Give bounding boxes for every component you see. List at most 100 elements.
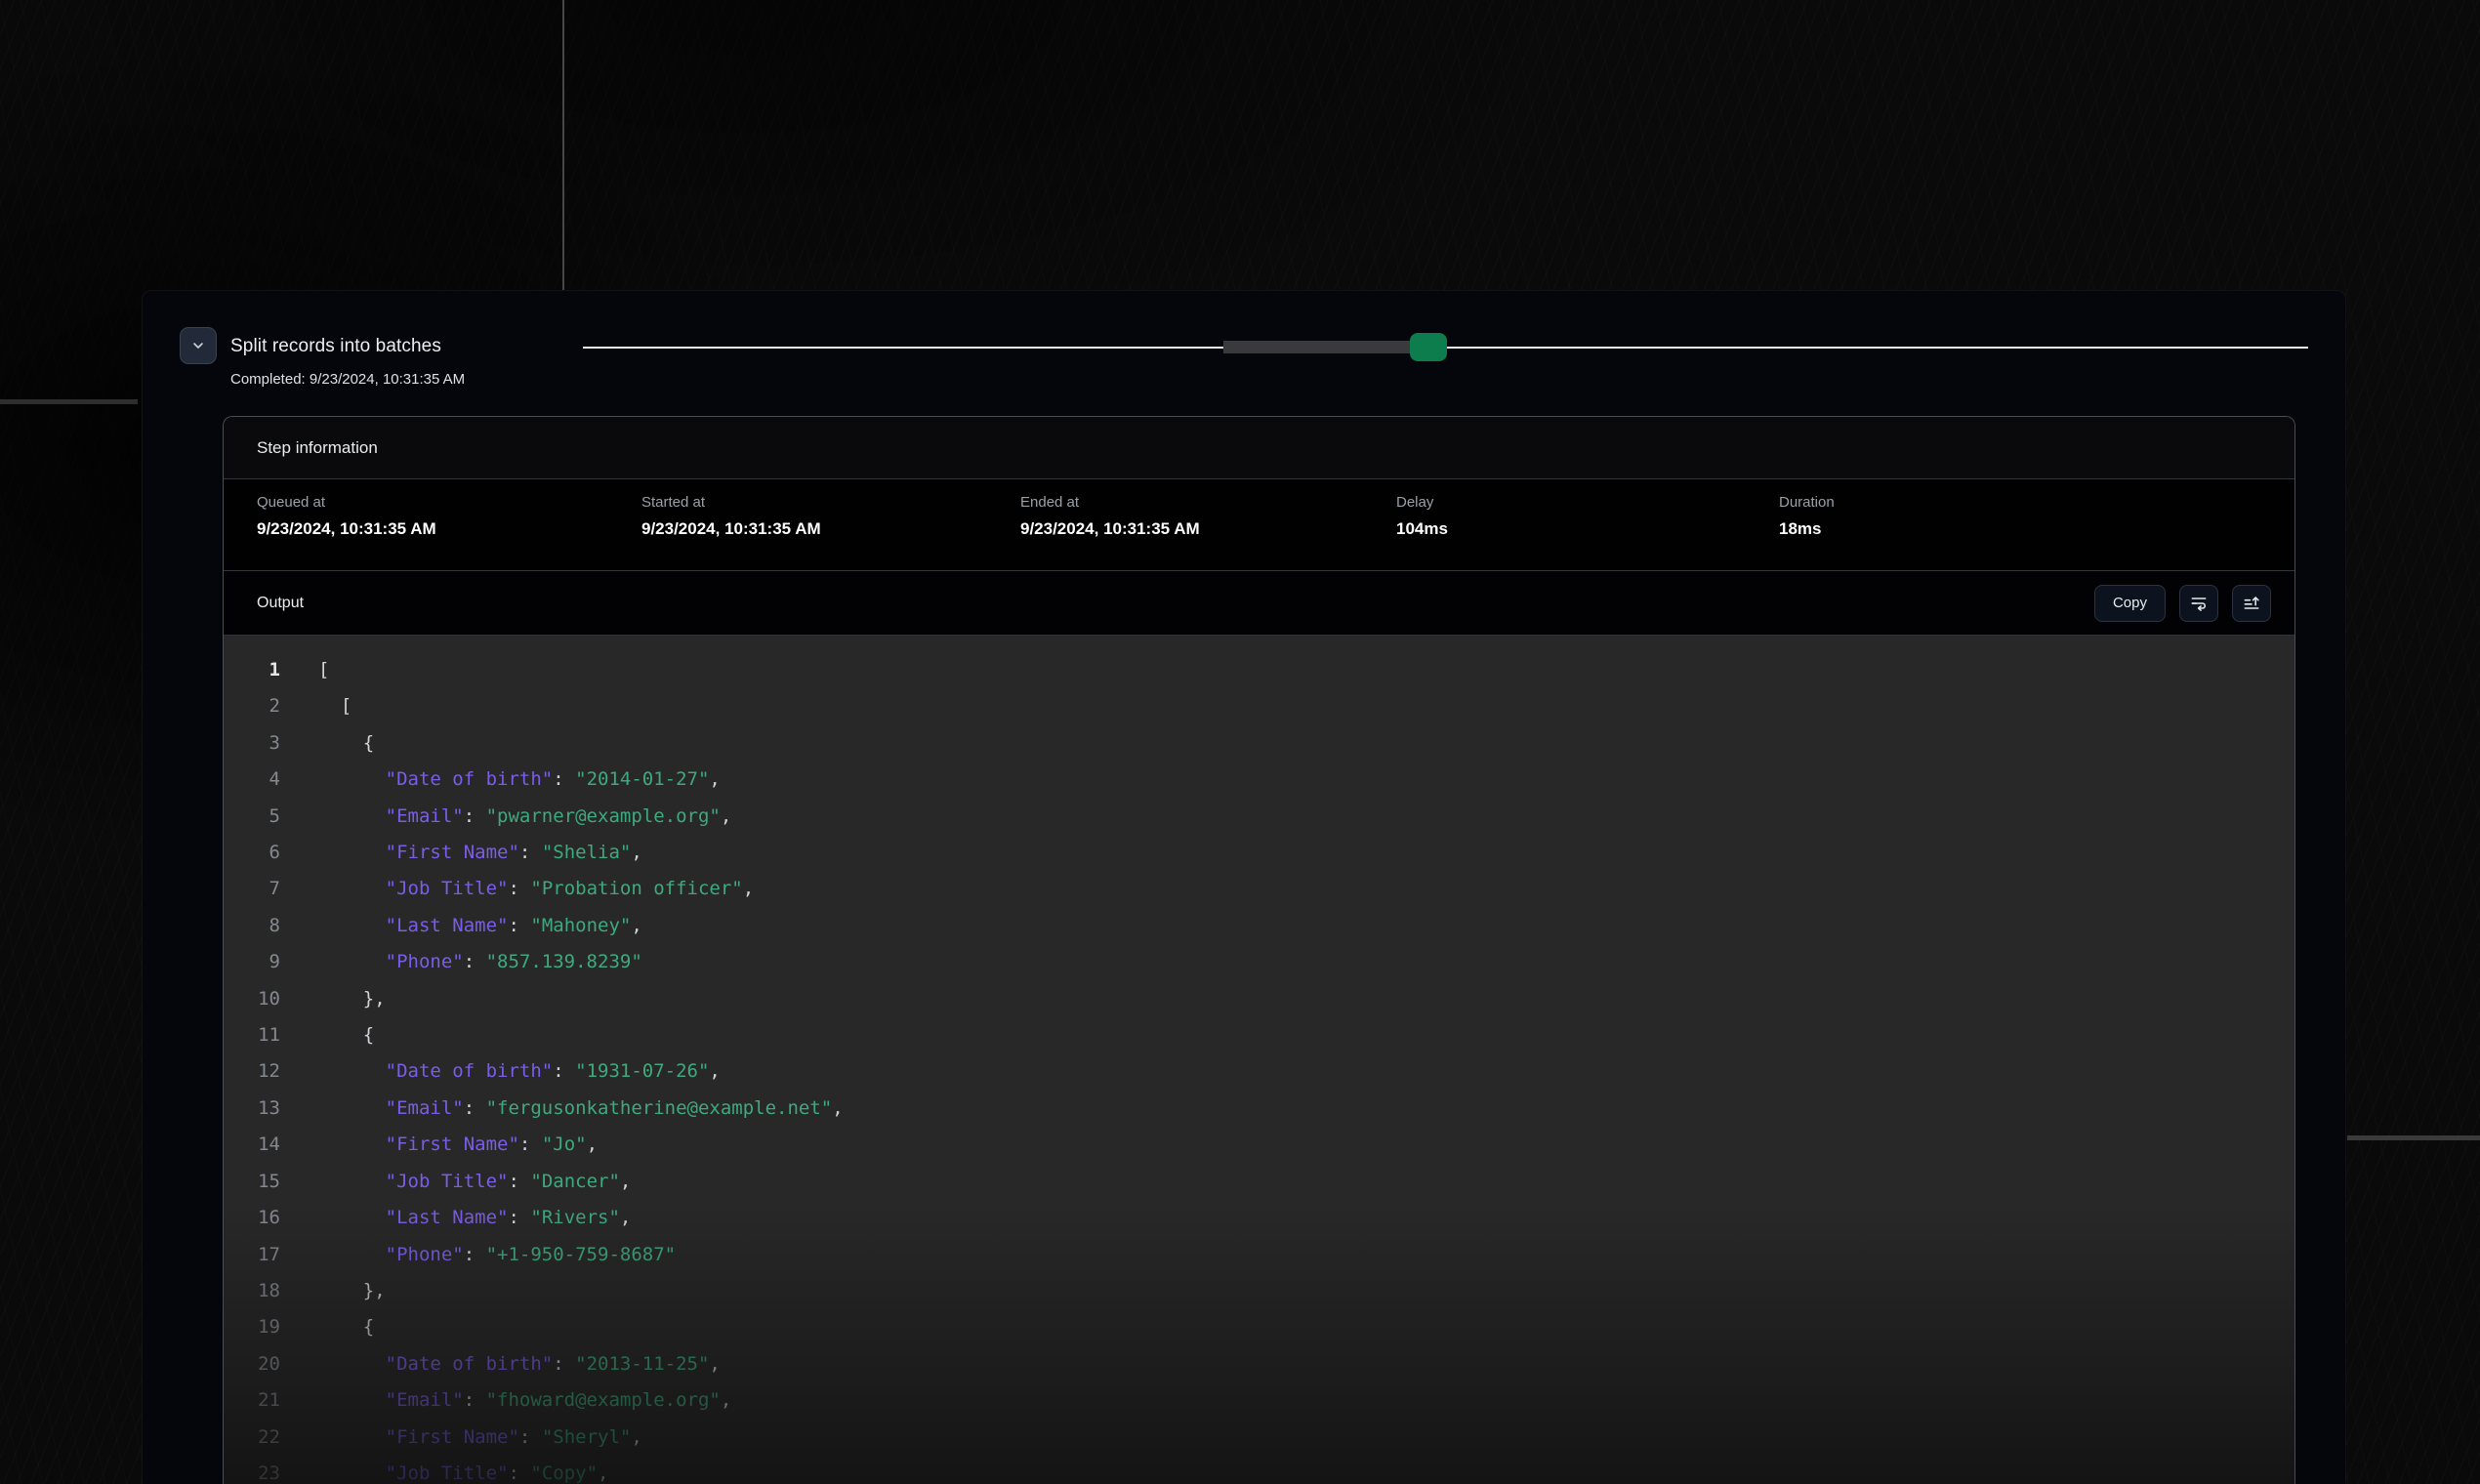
code-line: 13 "Email": "fergusonkatherine@example.n…: [224, 1091, 2294, 1127]
line-number: 4: [224, 762, 280, 798]
wrap-text-button[interactable]: [2179, 585, 2218, 622]
code-line-text: {: [280, 1309, 374, 1345]
line-number: 20: [224, 1346, 280, 1382]
code-line: 15 "Job Title": "Dancer",: [224, 1164, 2294, 1200]
code-line: 21 "Email": "fhoward@example.org",: [224, 1382, 2294, 1419]
line-number: 2: [224, 688, 280, 724]
line-number: 21: [224, 1382, 280, 1419]
canvas-edge-line-right: [2347, 1135, 2480, 1140]
line-number: 12: [224, 1053, 280, 1090]
code-line: 8 "Last Name": "Mahoney",: [224, 908, 2294, 944]
line-number: 15: [224, 1164, 280, 1200]
code-line: 20 "Date of birth": "2013-11-25",: [224, 1346, 2294, 1382]
copy-button[interactable]: Copy: [2094, 585, 2166, 622]
code-line: 1 [: [224, 652, 2294, 688]
step-meta-label: Duration: [1779, 494, 1835, 511]
code-line: 16 "Last Name": "Rivers",: [224, 1200, 2294, 1236]
step-detail-panel: Split records into batches Completed: 9/…: [142, 290, 2346, 1484]
code-line-text: {: [280, 725, 374, 762]
code-line: 14 "First Name": "Jo",: [224, 1127, 2294, 1163]
code-line-text: "Job Title": "Copy",: [280, 1456, 608, 1484]
step-timeline-slider: [583, 332, 2308, 363]
step-meta-label: Started at: [641, 494, 705, 511]
step-title: Split records into batches: [230, 336, 441, 357]
code-line-text: "First Name": "Sheryl",: [280, 1420, 642, 1456]
code-line: 7 "Job Title": "Probation officer",: [224, 871, 2294, 907]
line-number: 9: [224, 944, 280, 980]
code-line-text: "Date of birth": "2014-01-27",: [280, 762, 721, 798]
step-information-card: Step information Queued at 9/23/2024, 10…: [223, 416, 2295, 1484]
code-line-text: "First Name": "Shelia",: [280, 835, 642, 871]
code-line-text: },: [280, 1273, 386, 1309]
code-line-text: },: [280, 981, 386, 1017]
output-title: Output: [257, 595, 304, 612]
code-line-text: "Last Name": "Rivers",: [280, 1200, 631, 1236]
code-line: 19 {: [224, 1309, 2294, 1345]
line-number: 23: [224, 1456, 280, 1484]
code-line-text: "Phone": "+1-950-759-8687": [280, 1237, 676, 1273]
line-number: 5: [224, 799, 280, 835]
code-line-text: "Email": "fhoward@example.org",: [280, 1382, 731, 1419]
code-line: 17 "Phone": "+1-950-759-8687": [224, 1237, 2294, 1273]
scroll-to-top-icon: [2242, 594, 2261, 613]
chevron-down-icon: [190, 338, 206, 353]
line-number: 10: [224, 981, 280, 1017]
timeline-handle[interactable]: [1410, 333, 1447, 361]
code-line-text: "Job Title": "Dancer",: [280, 1164, 631, 1200]
code-line-text: "Phone": "857.139.8239": [280, 944, 642, 980]
code-line-text: "Email": "pwarner@example.org",: [280, 799, 731, 835]
step-meta-value: 9/23/2024, 10:31:35 AM: [257, 519, 436, 539]
step-information-header: Step information: [224, 417, 2294, 479]
line-number: 7: [224, 871, 280, 907]
code-line: 5 "Email": "pwarner@example.org",: [224, 799, 2294, 835]
code-line: 10 },: [224, 981, 2294, 1017]
collapse-step-button[interactable]: [180, 327, 217, 364]
output-code-viewer[interactable]: 1 [ 2 [ 3 { 4 "Date of birth": "2014-01-…: [224, 636, 2294, 1484]
code-line-text: "Last Name": "Mahoney",: [280, 908, 642, 944]
timeline-progress-segment: [1223, 341, 1412, 353]
line-number: 3: [224, 725, 280, 762]
code-line: 3 {: [224, 725, 2294, 762]
code-line: 9 "Phone": "857.139.8239": [224, 944, 2294, 980]
line-number: 11: [224, 1017, 280, 1053]
line-number: 6: [224, 835, 280, 871]
scroll-to-top-button[interactable]: [2232, 585, 2271, 622]
code-line: 12 "Date of birth": "1931-07-26",: [224, 1053, 2294, 1090]
code-line-text: "Email": "fergusonkatherine@example.net"…: [280, 1091, 844, 1127]
line-number: 8: [224, 908, 280, 944]
code-line: 18 },: [224, 1273, 2294, 1309]
code-line-text: "Date of birth": "1931-07-26",: [280, 1053, 721, 1090]
canvas-edge-vertical-line: [562, 0, 564, 292]
copy-button-label: Copy: [2113, 595, 2147, 611]
step-information-title: Step information: [257, 438, 378, 458]
line-number: 22: [224, 1420, 280, 1456]
output-header-row: Output Copy: [224, 571, 2294, 636]
step-meta-value: 9/23/2024, 10:31:35 AM: [641, 519, 821, 539]
step-meta-label: Delay: [1396, 494, 1433, 511]
code-line: 4 "Date of birth": "2014-01-27",: [224, 762, 2294, 798]
line-number: 19: [224, 1309, 280, 1345]
code-line-text: "Job Title": "Probation officer",: [280, 871, 754, 907]
step-meta-row: Queued at 9/23/2024, 10:31:35 AM Started…: [224, 479, 2294, 571]
wrap-text-icon: [2189, 594, 2209, 613]
code-line-text: [: [280, 688, 351, 724]
code-line: 11 {: [224, 1017, 2294, 1053]
canvas-edge-line-left: [0, 399, 138, 404]
code-line-text: [: [280, 652, 329, 688]
step-completed-timestamp: Completed: 9/23/2024, 10:31:35 AM: [230, 371, 465, 388]
code-line: 23 "Job Title": "Copy",: [224, 1456, 2294, 1484]
code-line: 22 "First Name": "Sheryl",: [224, 1420, 2294, 1456]
step-meta-value: 18ms: [1779, 519, 1821, 539]
code-line: 2 [: [224, 688, 2294, 724]
line-number: 18: [224, 1273, 280, 1309]
code-line-text: {: [280, 1017, 374, 1053]
code-line-text: "First Name": "Jo",: [280, 1127, 598, 1163]
line-number: 1: [224, 652, 280, 688]
line-number: 13: [224, 1091, 280, 1127]
step-meta-label: Queued at: [257, 494, 325, 511]
line-number: 17: [224, 1237, 280, 1273]
step-meta-value: 104ms: [1396, 519, 1448, 539]
line-number: 14: [224, 1127, 280, 1163]
step-meta-value: 9/23/2024, 10:31:35 AM: [1020, 519, 1200, 539]
output-actions: Copy: [2094, 585, 2271, 622]
